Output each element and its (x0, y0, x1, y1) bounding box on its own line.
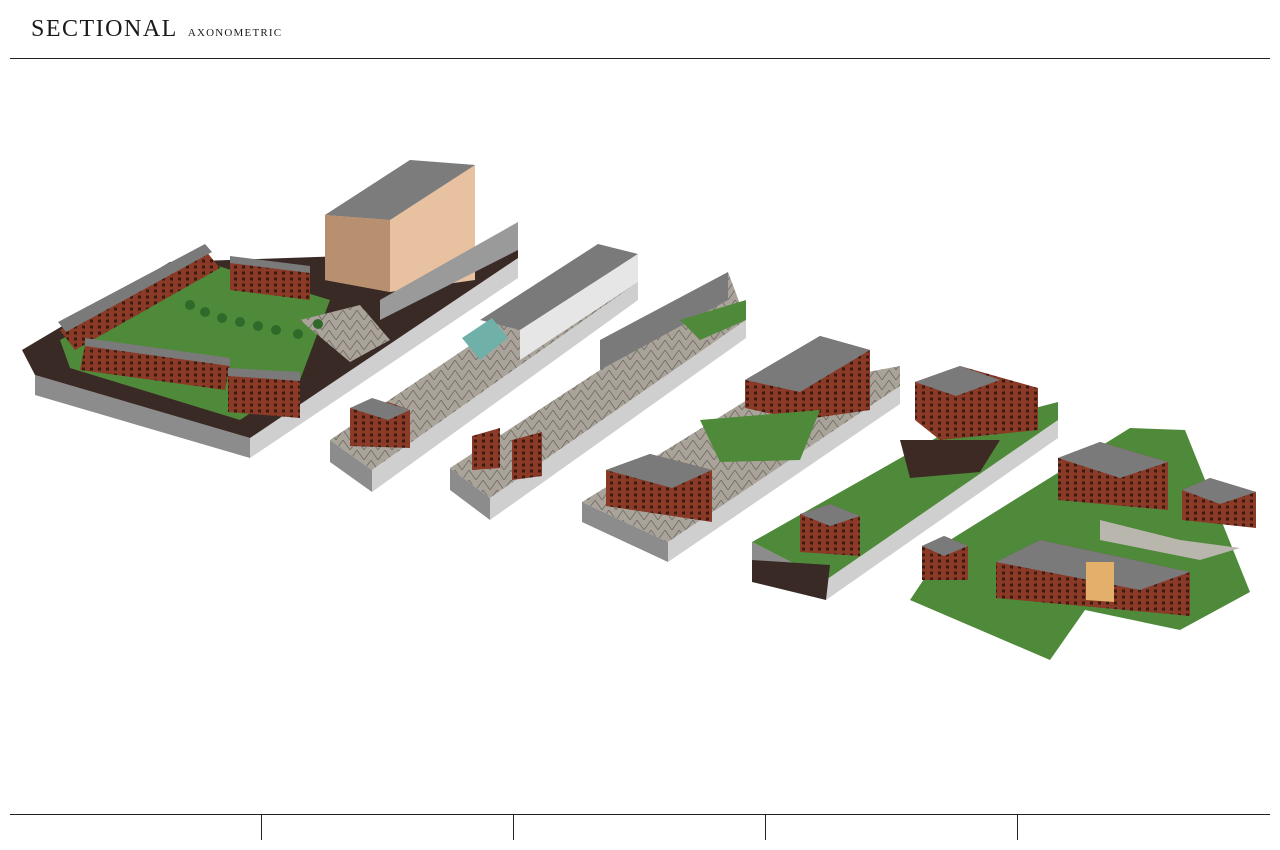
footer-divider (1017, 814, 1018, 840)
footer-divider (261, 814, 262, 840)
footer-divider (765, 814, 766, 840)
axonometric-drawing (22, 160, 1256, 660)
footer-divider (513, 814, 514, 840)
footer-rule (10, 814, 1270, 815)
